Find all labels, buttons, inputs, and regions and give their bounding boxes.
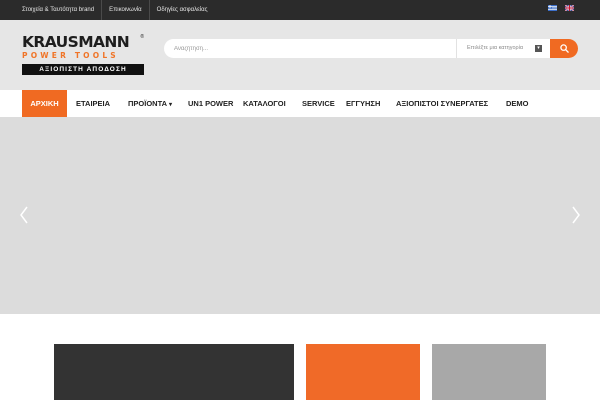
logo-brand: KRAUSMANN [22,33,130,51]
nav-item-company[interactable]: ΕΤΑΙΡΕΙΑ [76,90,110,117]
search-bar: Επιλέξτε μια κατηγορία ▾ [164,39,578,58]
registered-mark-icon: ® [140,34,144,40]
nav-item-label: DEMO [506,99,529,108]
nav-item-label: ΚΑΤΑΛΟΓΟΙ [243,99,286,108]
top-links: Στοιχεία & Ταυτότητα brand Επικοινωνία Ο… [15,0,214,20]
chevron-down-icon: ▾ [169,102,173,108]
nav-item-label: ΕΤΑΙΡΕΙΑ [76,99,111,108]
logo[interactable]: KRAUSMANN ® POWER TOOLS ΑΞΙΟΠΙΣΤΗ ΑΠΟΔΟΣ… [22,34,144,76]
nav-item-label: ΕΓΓΥΗΣΗ [346,99,381,108]
nav-item-label: ΠΡΟΪΟΝΤΑ [128,99,168,108]
language-switcher [548,5,574,11]
hero-slider [0,117,600,314]
top-bar: Στοιχεία & Ταυτότητα brand Επικοινωνία Ο… [0,0,600,20]
top-link-brand-identity[interactable]: Στοιχεία & Ταυτότητα brand [15,0,103,20]
main-navigation: ΑΡΧΙΚΗ ΕΤΑΙΡΕΙΑ ΠΡΟΪΟΝΤΑ ▾ UN1 POWER ΚΑΤΑ… [0,90,600,117]
logo-subtitle: POWER TOOLS [22,51,119,60]
promo-card-grey[interactable] [432,344,546,400]
nav-item-warranty[interactable]: ΕΓΓΥΗΣΗ [346,90,380,117]
nav-item-label: UN1 POWER [188,99,234,108]
chevron-down-icon: ▾ [535,45,542,52]
chevron-right-icon[interactable] [570,205,582,225]
nav-item-service[interactable]: SERVICE [302,90,335,117]
chevron-left-icon[interactable] [18,205,30,225]
nav-item-home[interactable]: ΑΡΧΙΚΗ [22,90,67,117]
nav-item-products[interactable]: ΠΡΟΪΟΝΤΑ ▾ [128,90,172,117]
logo-tagline: ΑΞΙΟΠΙΣΤΗ ΑΠΟΔΟΣΗ [22,64,144,75]
nav-item-catalogues[interactable]: ΚΑΤΑΛΟΓΟΙ [243,90,286,117]
promo-card-dark[interactable] [54,344,294,400]
nav-item-un1-power[interactable]: UN1 POWER [188,90,233,117]
nav-item-partners[interactable]: ΑΞΙΟΠΙΣΤΟΙ ΣΥΝΕΡΓΑΤΕΣ [396,90,488,117]
greek-flag-icon[interactable] [548,5,557,11]
top-link-safety[interactable]: Οδηγίες ασφαλείας [150,0,215,20]
category-select-value: Επιλέξτε μια κατηγορία [467,45,524,51]
top-link-contact[interactable]: Επικοινωνία [102,0,150,20]
uk-flag-icon[interactable] [565,5,574,11]
category-select[interactable]: Επιλέξτε μια κατηγορία ▾ [456,39,550,58]
search-icon [559,44,569,53]
search-input[interactable] [174,42,444,55]
nav-item-label: ΑΡΧΙΚΗ [30,99,59,108]
nav-item-demo[interactable]: DEMO [506,90,529,117]
nav-item-label: SERVICE [302,99,335,108]
nav-item-label: ΑΞΙΟΠΙΣΤΟΙ ΣΥΝΕΡΓΑΤΕΣ [396,99,489,108]
promo-card-orange[interactable] [306,344,420,400]
search-button[interactable] [550,39,578,58]
